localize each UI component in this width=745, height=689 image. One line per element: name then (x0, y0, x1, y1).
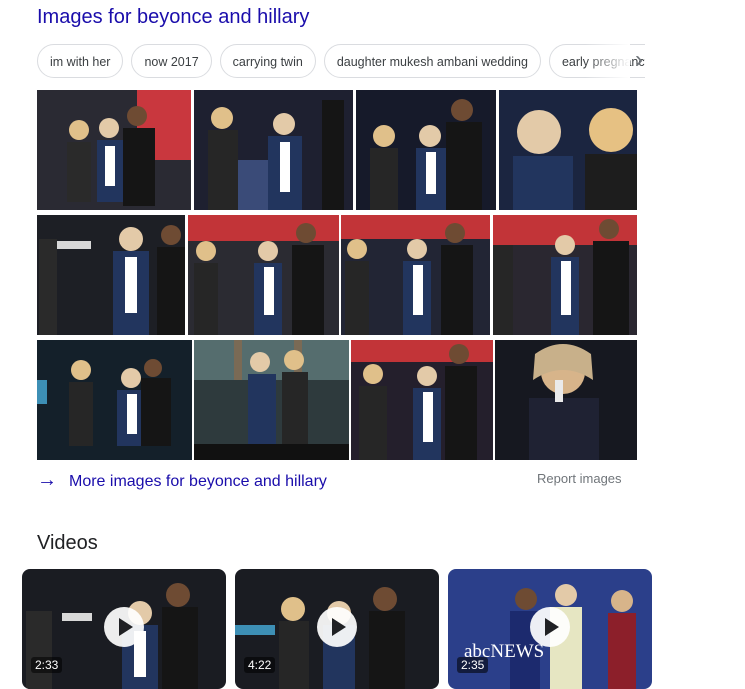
image-thumbnail[interactable] (188, 215, 339, 335)
image-thumbnail[interactable] (493, 215, 637, 335)
report-images-link[interactable]: Report images (537, 471, 622, 486)
chevron-right-icon[interactable]: › (628, 48, 650, 75)
video-duration: 2:35 (457, 657, 489, 673)
image-thumbnail[interactable] (194, 90, 353, 210)
chip-now-2017[interactable]: now 2017 (131, 44, 212, 78)
image-thumbnail[interactable] (37, 215, 185, 335)
video-thumbnail[interactable]: abcNEWS 2:35 (448, 569, 652, 689)
image-thumbnail[interactable] (499, 90, 637, 210)
video-thumbnail[interactable]: 4:22 (235, 569, 439, 689)
video-duration: 4:22 (244, 657, 276, 673)
image-thumbnail[interactable] (37, 90, 191, 210)
related-search-chips: im with her now 2017 carrying twin daughter… (37, 44, 645, 80)
chip-carrying-twin[interactable]: carrying twin (219, 44, 316, 78)
image-thumbnail[interactable] (194, 340, 349, 460)
arrow-right-icon: → (37, 469, 57, 491)
video-duration: 2:33 (31, 657, 63, 673)
chips-fade (585, 44, 630, 80)
image-thumbnail[interactable] (351, 340, 493, 460)
image-thumbnail[interactable] (37, 340, 192, 460)
play-icon[interactable] (104, 607, 144, 647)
more-images-label: More images for beyonce and hillary (69, 473, 327, 490)
chip-im-with-her[interactable]: im with her (37, 44, 124, 78)
more-images-link[interactable]: → More images for beyonce and hillary (37, 468, 327, 492)
play-icon[interactable] (530, 607, 570, 647)
image-thumbnail[interactable] (495, 340, 637, 460)
image-thumbnail[interactable] (356, 90, 496, 210)
videos-section-title: Videos (37, 532, 98, 554)
chip-daughter-mukesh-ambani-wedding[interactable]: daughter mukesh ambani wedding (323, 44, 541, 78)
image-thumbnail[interactable] (341, 215, 490, 335)
play-icon[interactable] (317, 607, 357, 647)
video-thumbnail[interactable]: 2:33 (22, 569, 226, 689)
images-section-title[interactable]: Images for beyonce and hillary (37, 6, 309, 29)
